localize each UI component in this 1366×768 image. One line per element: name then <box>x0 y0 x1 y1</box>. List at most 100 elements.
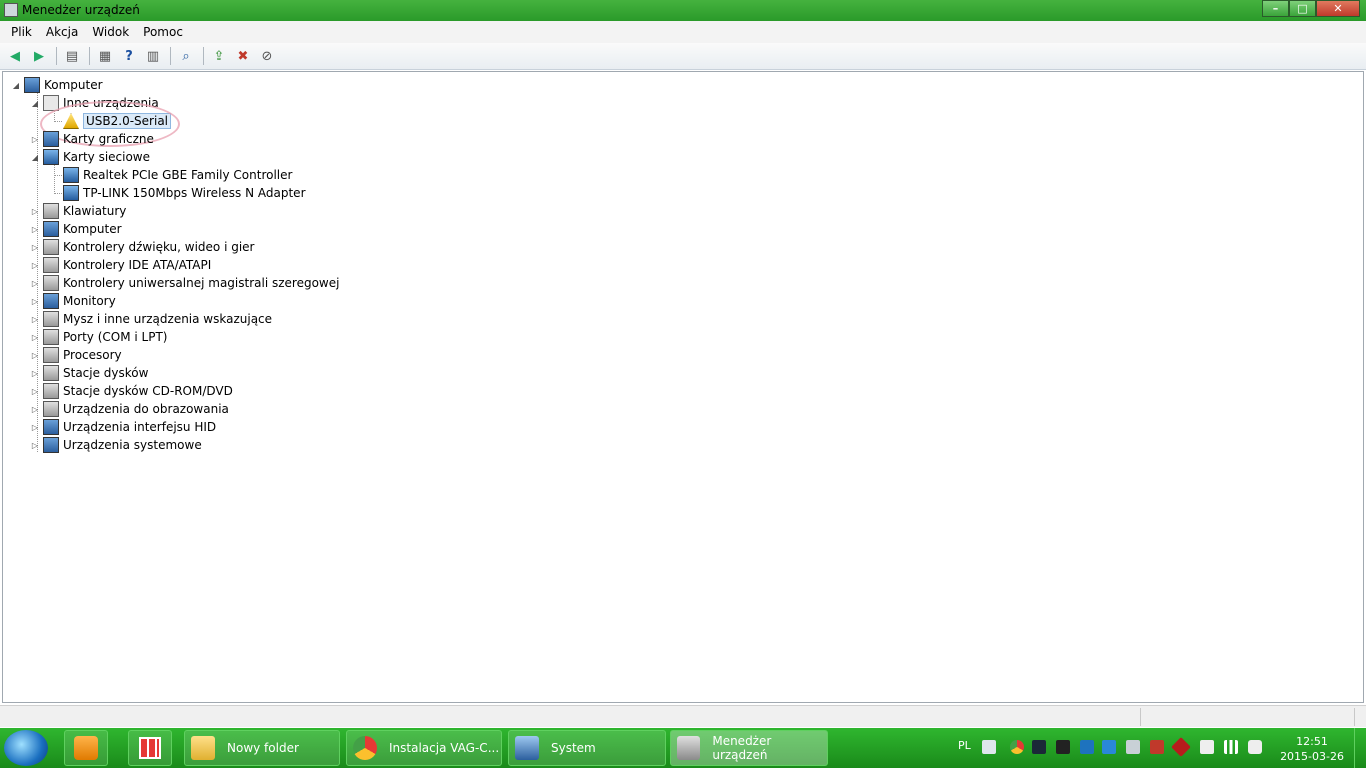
chrome-icon <box>353 736 377 760</box>
menu-widok[interactable]: Widok <box>85 23 136 41</box>
expand-icon[interactable]: ▷ <box>30 404 40 414</box>
expand-icon[interactable]: ▷ <box>30 422 40 432</box>
apps-pin[interactable] <box>128 730 172 766</box>
tree-category-hid[interactable]: ▷ Urządzenia interfejsu HID <box>30 418 216 436</box>
collapse-icon[interactable]: ◢ <box>11 80 21 90</box>
tree-category-processors[interactable]: ▷ Procesory <box>30 346 122 364</box>
taskbar-button-chrome[interactable]: Instalacja VAG-C... <box>346 730 502 766</box>
update-icon[interactable] <box>1102 740 1116 754</box>
window-title: Menedżer urządzeń <box>22 3 140 17</box>
expand-icon[interactable]: ▷ <box>30 134 40 144</box>
security-icon[interactable] <box>1150 740 1164 754</box>
taskbar-button-folder[interactable]: Nowy folder <box>184 730 340 766</box>
tree-category-network-adapters[interactable]: ◢ Karty sieciowe <box>30 148 150 166</box>
menu-akcja[interactable]: Akcja <box>39 23 85 41</box>
chrome-tray-icon[interactable] <box>1010 740 1024 754</box>
menu-bar: Plik Akcja Widok Pomoc <box>0 21 1366 43</box>
forward-icon[interactable]: ▶ <box>28 45 50 67</box>
properties-icon[interactable]: ▦ <box>94 45 116 67</box>
port-icon <box>43 329 59 345</box>
show-desktop-button[interactable] <box>1354 728 1366 768</box>
processor-icon <box>43 347 59 363</box>
tree-device-tplink[interactable]: TP-LINK 150Mbps Wireless N Adapter <box>63 184 306 202</box>
apps-grid-icon <box>139 737 161 759</box>
tree-label: Kontrolery dźwięku, wideo i gier <box>63 240 255 254</box>
expand-icon[interactable]: ▷ <box>30 242 40 252</box>
wifi-signal-icon[interactable] <box>1224 740 1238 754</box>
expand-icon[interactable]: ▷ <box>30 350 40 360</box>
keyboard-icon[interactable] <box>982 740 996 754</box>
collapse-icon[interactable]: ◢ <box>30 98 40 108</box>
tree-category-mice[interactable]: ▷ Mysz i inne urządzenia wskazujące <box>30 310 272 328</box>
tree-label: Stacje dysków <box>63 366 149 380</box>
tree-label: Stacje dysków CD-ROM/DVD <box>63 384 233 398</box>
uninstall-icon[interactable]: ✖ <box>232 45 254 67</box>
expand-icon[interactable]: ▷ <box>30 332 40 342</box>
tree-category-keyboards[interactable]: ▷ Klawiatury <box>30 202 126 220</box>
close-button[interactable]: ✕ <box>1316 0 1360 17</box>
expand-icon[interactable]: ▷ <box>30 260 40 270</box>
ide-controller-icon <box>43 257 59 273</box>
expand-icon[interactable]: ▷ <box>30 206 40 216</box>
app-tray-icon[interactable] <box>1171 737 1191 757</box>
menu-plik[interactable]: Plik <box>4 23 39 41</box>
expand-icon[interactable]: ▷ <box>30 368 40 378</box>
media-player-pin[interactable] <box>64 730 108 766</box>
steam-icon[interactable] <box>1032 740 1046 754</box>
taskbar-button-device-manager[interactable]: Menedżer urządzeń <box>670 730 828 766</box>
tree-category-usb[interactable]: ▷ Kontrolery uniwersalnej magistrali sze… <box>30 274 339 292</box>
usb-device-icon[interactable] <box>1126 740 1140 754</box>
tree-category-ports[interactable]: ▷ Porty (COM i LPT) <box>30 328 167 346</box>
tree-root-komputer[interactable]: ◢ Komputer <box>11 76 103 94</box>
show-action-pane-icon[interactable]: ▥ <box>142 45 164 67</box>
speaker-icon <box>43 239 59 255</box>
minimize-button[interactable]: – <box>1262 0 1289 17</box>
show-hide-console-tree-icon[interactable]: ▤ <box>61 45 83 67</box>
menu-pomoc[interactable]: Pomoc <box>136 23 190 41</box>
collapse-icon[interactable]: ◢ <box>30 152 40 162</box>
toolbar-separator <box>89 47 90 65</box>
tree-label: Monitory <box>63 294 116 308</box>
action-center-flag-icon[interactable] <box>1200 740 1214 754</box>
taskbar-button-system[interactable]: System <box>508 730 666 766</box>
update-driver-icon[interactable]: ⇪ <box>208 45 230 67</box>
tree-label: Mysz i inne urządzenia wskazujące <box>63 312 273 326</box>
maximize-button[interactable]: □ <box>1289 0 1316 17</box>
tree-category-computer[interactable]: ▷ Komputer <box>30 220 122 238</box>
status-bar <box>0 705 1366 727</box>
back-icon[interactable]: ◀ <box>4 45 26 67</box>
g-icon[interactable] <box>1056 740 1070 754</box>
tree-category-dvd-drives[interactable]: ▷ Stacje dysków CD-ROM/DVD <box>30 382 233 400</box>
tree-label: Urządzenia do obrazowania <box>63 402 229 416</box>
tree-category-ide[interactable]: ▷ Kontrolery IDE ATA/ATAPI <box>30 256 211 274</box>
tree-guide <box>54 193 62 194</box>
tree-label: Kontrolery uniwersalnej magistrali szere… <box>63 276 340 290</box>
toolbar: ◀ ▶ ▤ ▦ ? ▥ ⌕ ⇪ ✖ ⊘ <box>0 43 1366 70</box>
tree-device-realtek[interactable]: Realtek PCIe GBE Family Controller <box>63 166 292 184</box>
tree-category-display-adapters[interactable]: ▷ Karty graficzne <box>30 130 154 148</box>
expand-icon[interactable]: ▷ <box>30 314 40 324</box>
expand-icon[interactable]: ▷ <box>30 440 40 450</box>
taskbar-button-label: Menedżer urządzeń <box>712 734 772 762</box>
clock[interactable]: 12:51 2015-03-26 <box>1280 734 1344 764</box>
language-indicator[interactable]: PL <box>958 739 971 752</box>
expand-icon[interactable]: ▷ <box>30 296 40 306</box>
system-tray: PL 12:51 2015-03-26 <box>952 728 1366 768</box>
tree-category-imaging[interactable]: ▷ Urządzenia do obrazowania <box>30 400 229 418</box>
expand-icon[interactable]: ▷ <box>30 386 40 396</box>
start-button[interactable] <box>4 730 48 766</box>
expand-icon[interactable]: ▷ <box>30 278 40 288</box>
network-share-icon[interactable] <box>1080 740 1094 754</box>
window-controls: – □ ✕ <box>1262 0 1360 18</box>
disable-device-icon[interactable]: ⊘ <box>256 45 278 67</box>
expand-icon[interactable]: ▷ <box>30 224 40 234</box>
scan-hardware-icon[interactable]: ⌕ <box>175 45 197 67</box>
help-icon[interactable]: ? <box>118 45 140 67</box>
tree-label: Karty sieciowe <box>63 150 151 164</box>
tree-category-monitors[interactable]: ▷ Monitory <box>30 292 116 310</box>
tree-category-system[interactable]: ▷ Urządzenia systemowe <box>30 436 202 454</box>
tree-category-disk-drives[interactable]: ▷ Stacje dysków <box>30 364 148 382</box>
tree-category-sound[interactable]: ▷ Kontrolery dźwięku, wideo i gier <box>30 238 254 256</box>
display-adapter-icon <box>43 131 59 147</box>
volume-icon[interactable] <box>1248 740 1262 754</box>
